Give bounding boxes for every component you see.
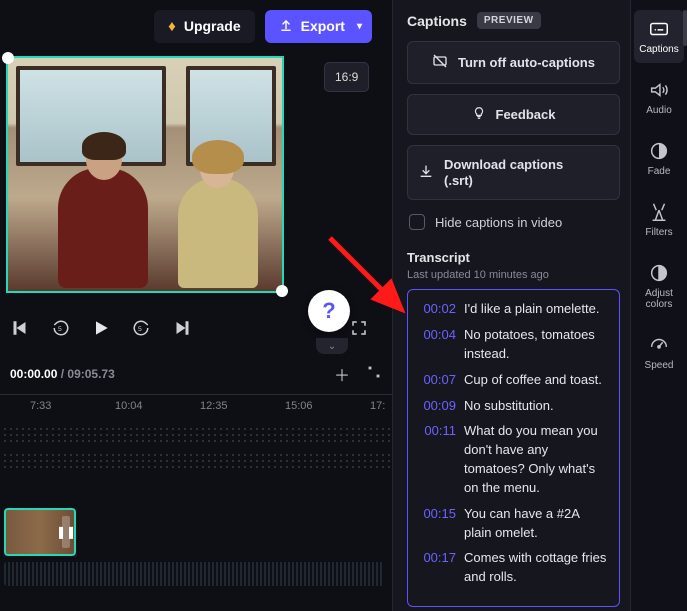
add-track-button[interactable]: ＋ <box>334 362 350 386</box>
tool-rail: Captions Audio Fade Filters Adjust color… <box>630 0 687 611</box>
skip-back-button[interactable] <box>8 315 34 341</box>
rewind-5-button[interactable]: 5 <box>48 315 74 341</box>
forward-5-button[interactable]: 5 <box>128 315 154 341</box>
transcript-row[interactable]: 00:07 Cup of coffee and toast. <box>418 371 609 390</box>
transcript-row[interactable]: 00:17Comes with cottage fries and rolls. <box>418 549 609 587</box>
rail-scrollbar[interactable] <box>683 10 687 46</box>
transcript-time: 00:04 <box>418 326 456 364</box>
download-captions-button[interactable]: Download captions (.srt) <box>407 145 620 200</box>
transcript-time: 00:11 <box>418 422 456 497</box>
upload-icon <box>279 18 293 35</box>
fullscreen-button[interactable] <box>346 315 372 341</box>
video-frame <box>8 58 282 291</box>
transcript-row[interactable]: 00:15You can have a #2A plain omelet. <box>418 505 609 543</box>
skip-forward-button[interactable] <box>168 315 194 341</box>
timeline-ruler[interactable]: 7:33 10:04 12:35 15:06 17: <box>0 394 392 416</box>
transcript-time: 00:09 <box>418 397 456 416</box>
transcript-text: You can have a #2A plain omelet. <box>464 505 609 543</box>
timeline-tracks[interactable]: ❚❚ <box>0 416 392 611</box>
hide-captions-checkbox[interactable]: Hide captions in video <box>407 210 620 244</box>
fit-timeline-button[interactable] <box>366 364 382 385</box>
empty-track[interactable] <box>0 450 392 468</box>
rail-filters[interactable]: Filters <box>634 193 684 246</box>
feedback-button[interactable]: Feedback <box>407 94 620 135</box>
checkbox-icon <box>409 214 425 230</box>
video-preview[interactable] <box>6 56 284 293</box>
panel-title: Captions <box>407 13 467 29</box>
clip-handle-icon[interactable]: ❚❚ <box>62 516 70 548</box>
help-button[interactable]: ? <box>308 290 350 332</box>
rail-speed[interactable]: Speed <box>634 326 684 379</box>
collapse-timeline-button[interactable]: ⌄ <box>316 338 348 354</box>
transcript-text: No potatoes, tomatoes instead. <box>464 326 609 364</box>
play-button[interactable] <box>88 315 114 341</box>
empty-track[interactable] <box>0 424 392 442</box>
upgrade-button[interactable]: ♦ Upgrade <box>154 10 254 43</box>
resize-handle-bottom-right[interactable] <box>276 285 288 297</box>
svg-text:5: 5 <box>138 326 142 333</box>
transcript-time: 00:17 <box>418 549 456 587</box>
export-label: Export <box>301 18 345 34</box>
transcript-text: I'd like a plain omelette. <box>464 300 599 319</box>
rail-adjust-colors[interactable]: Adjust colors <box>634 254 684 318</box>
transcript-row[interactable]: 00:11What do you mean you don't have any… <box>418 422 609 497</box>
audio-waveform[interactable] <box>4 562 384 586</box>
download-icon <box>418 163 434 182</box>
transcript-text: What do you mean you don't have any toma… <box>464 422 609 497</box>
premium-icon: ♦ <box>168 18 176 35</box>
preview-badge: PREVIEW <box>477 12 541 29</box>
transcript-row[interactable]: 00:04No potatoes, tomatoes instead. <box>418 326 609 364</box>
turn-off-auto-captions-button[interactable]: Turn off auto-captions <box>407 41 620 84</box>
transcript-time: 00:07 <box>418 371 456 390</box>
chevron-down-icon: ▾ <box>357 21 362 32</box>
last-updated-text: Last updated 10 minutes ago <box>407 269 620 281</box>
captions-panel: Captions PREVIEW Turn off auto-captions … <box>392 0 630 611</box>
transcript-text: Cup of coffee and toast. <box>464 371 602 390</box>
timecode: 00:00.00 / 09:05.73 <box>10 367 115 381</box>
rail-fade[interactable]: Fade <box>634 132 684 185</box>
export-button[interactable]: Export ▾ <box>265 10 372 43</box>
video-clip[interactable]: ❚❚ <box>4 508 76 556</box>
question-icon: ? <box>322 298 335 324</box>
transcript-row[interactable]: 00:02 I'd like a plain omelette. <box>418 300 609 319</box>
lightbulb-icon <box>472 106 486 123</box>
transcript-heading: Transcript <box>407 250 620 265</box>
captions-off-icon <box>432 53 448 72</box>
rail-audio[interactable]: Audio <box>634 71 684 124</box>
svg-text:5: 5 <box>58 326 62 333</box>
transcript-time: 00:15 <box>418 505 456 543</box>
transcript-row[interactable]: 00:09 No substitution. <box>418 397 609 416</box>
chevron-down-icon: ⌄ <box>328 341 336 352</box>
transcript-time: 00:02 <box>418 300 456 319</box>
transcript-text: No substitution. <box>464 397 554 416</box>
transcript-box[interactable]: 00:02 I'd like a plain omelette. 00:04No p… <box>407 289 620 607</box>
rail-captions[interactable]: Captions <box>634 10 684 63</box>
upgrade-label: Upgrade <box>184 18 241 34</box>
aspect-ratio-button[interactable]: 16:9 <box>324 62 369 92</box>
resize-handle-top-left[interactable] <box>2 52 14 64</box>
transcript-text: Comes with cottage fries and rolls. <box>464 549 609 587</box>
